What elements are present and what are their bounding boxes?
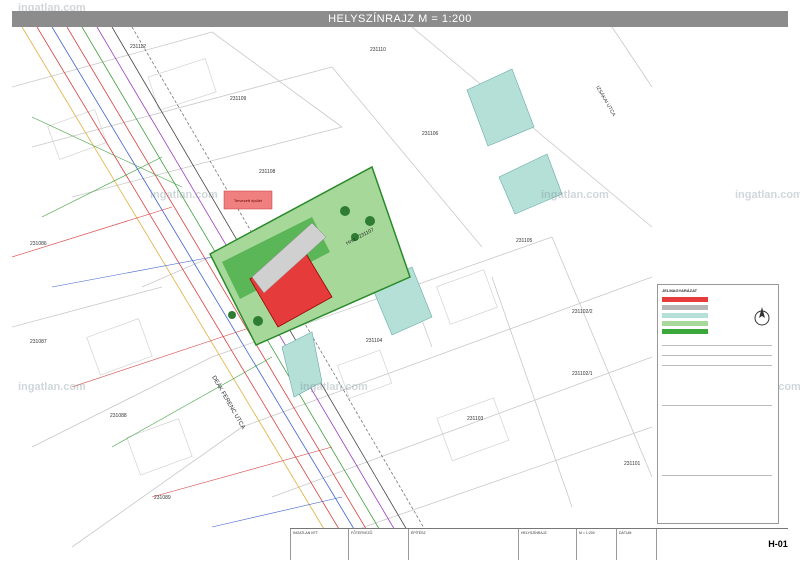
drawing-title: HELYSZÍNRAJZ M = 1:200 [12, 11, 788, 27]
svg-text:231086: 231086 [30, 241, 47, 247]
svg-text:231105: 231105 [516, 238, 533, 244]
svg-text:231101: 231101 [624, 461, 641, 467]
svg-text:231104: 231104 [366, 338, 383, 344]
sheet-code: H-01 [768, 539, 788, 549]
svg-text:231106: 231106 [422, 131, 439, 137]
watermark: ingatlan.com [18, 381, 86, 393]
svg-text:231108: 231108 [259, 169, 276, 175]
svg-text:231102/2: 231102/2 [572, 309, 593, 315]
svg-text:231089: 231089 [154, 495, 171, 501]
street-side: IZSÁKAI UTCA [594, 85, 617, 119]
street-main: DEÁK FERENC UTCA [210, 375, 246, 431]
watermark: ingatlan.com [18, 2, 86, 14]
watermark: ingatlan.com [541, 189, 609, 201]
watermark: ingatlan.com [150, 189, 218, 201]
watermark: ingatlan.com [735, 189, 800, 201]
svg-text:231109: 231109 [230, 96, 247, 102]
svg-text:231103: 231103 [467, 416, 484, 422]
north-arrow-icon [754, 307, 770, 326]
legend-title: JELMAGYARÁZAT [662, 288, 698, 293]
svg-text:231110: 231110 [370, 47, 386, 53]
title-block: INGATLAN KFT. FŐTERVEZŐ ÉPÍTÉSZ HELYSZÍN… [290, 528, 788, 560]
svg-text:231102/1: 231102/1 [572, 371, 593, 377]
red-note: Tervezett épület [234, 198, 263, 203]
svg-text:231088: 231088 [110, 413, 127, 419]
watermark: ingatlan.com [300, 381, 368, 393]
svg-text:231112: 231112 [130, 44, 146, 50]
svg-text:231087: 231087 [30, 339, 47, 345]
